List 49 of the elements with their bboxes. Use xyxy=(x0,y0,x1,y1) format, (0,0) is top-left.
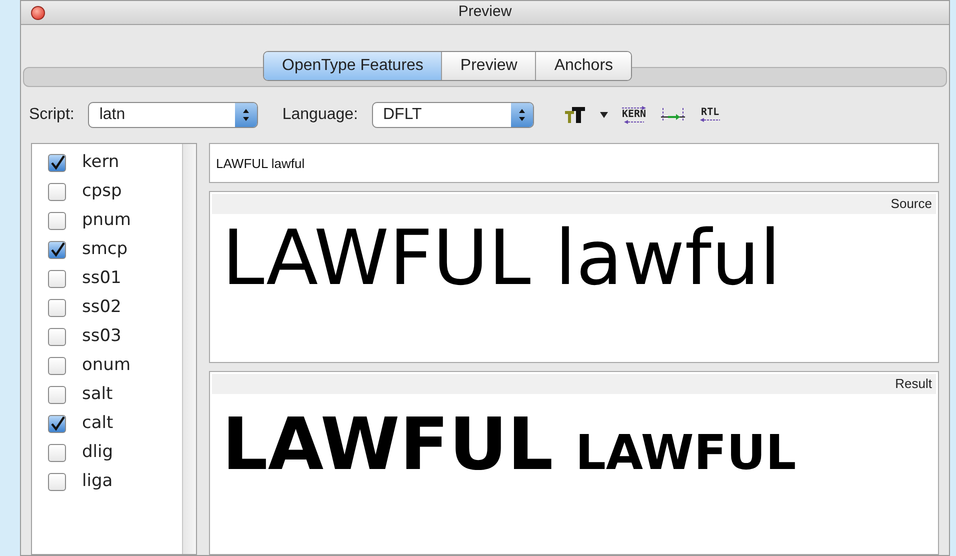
feature-label: kern xyxy=(82,150,120,174)
kern-button[interactable]: KERN xyxy=(622,106,646,124)
checkbox[interactable] xyxy=(48,270,66,288)
checkbox[interactable] xyxy=(48,154,66,172)
arrow-icon xyxy=(624,120,644,124)
feature-label: dlig xyxy=(82,440,114,464)
source-preview-text: LAWFUL lawful xyxy=(222,213,781,302)
checkbox[interactable] xyxy=(48,472,66,490)
arrow-icon xyxy=(700,118,720,122)
arrow-icon xyxy=(622,106,646,110)
feature-label: salt xyxy=(82,382,113,406)
checkbox[interactable] xyxy=(48,298,66,316)
checkbox[interactable] xyxy=(48,182,66,200)
checkbox[interactable] xyxy=(48,444,66,462)
tab[interactable]: Anchors xyxy=(535,52,632,80)
feature-label: calt xyxy=(82,412,114,435)
feature-label: ss02 xyxy=(82,296,122,319)
feature-label: smcp xyxy=(82,238,128,261)
feature-label: onum xyxy=(82,354,131,377)
feature-label: liga xyxy=(82,470,113,493)
stepper-icon xyxy=(510,103,533,127)
close-button[interactable] xyxy=(31,6,45,20)
feature-label: cpsp xyxy=(82,180,122,203)
feature-label: ss01 xyxy=(82,266,122,290)
checkbox[interactable] xyxy=(48,414,66,432)
rtl-button[interactable]: RTL xyxy=(700,108,720,122)
result-preview-word: LAWFUL xyxy=(222,408,554,480)
script-dropdown[interactable]: latn xyxy=(88,102,258,128)
source-label: Source xyxy=(890,195,932,214)
window-title: Preview xyxy=(458,2,512,22)
checkbox[interactable] xyxy=(48,328,66,346)
spacing-arrows-icon[interactable] xyxy=(660,107,686,123)
checkbox[interactable] xyxy=(48,356,66,374)
tab[interactable]: Preview xyxy=(441,52,536,80)
result-preview-word: LAWFUL xyxy=(575,429,796,477)
feature-label: ss03 xyxy=(82,324,122,348)
tab[interactable]: OpenType Features xyxy=(264,52,442,80)
script-label: Script: xyxy=(29,105,74,125)
result-label: Result xyxy=(895,375,932,394)
text-input-field[interactable]: LAWFUL lawful xyxy=(209,143,939,183)
stepper-icon xyxy=(235,103,258,127)
language-dropdown[interactable]: DFLT xyxy=(372,102,534,128)
language-label: Language: xyxy=(282,105,358,125)
text-size-icon[interactable] xyxy=(564,107,586,123)
checkbox[interactable] xyxy=(48,212,66,230)
checkbox[interactable] xyxy=(48,386,66,404)
checkbox[interactable] xyxy=(48,240,66,258)
dropdown-caret-icon[interactable] xyxy=(600,112,608,118)
feature-label: pnum xyxy=(82,208,131,232)
